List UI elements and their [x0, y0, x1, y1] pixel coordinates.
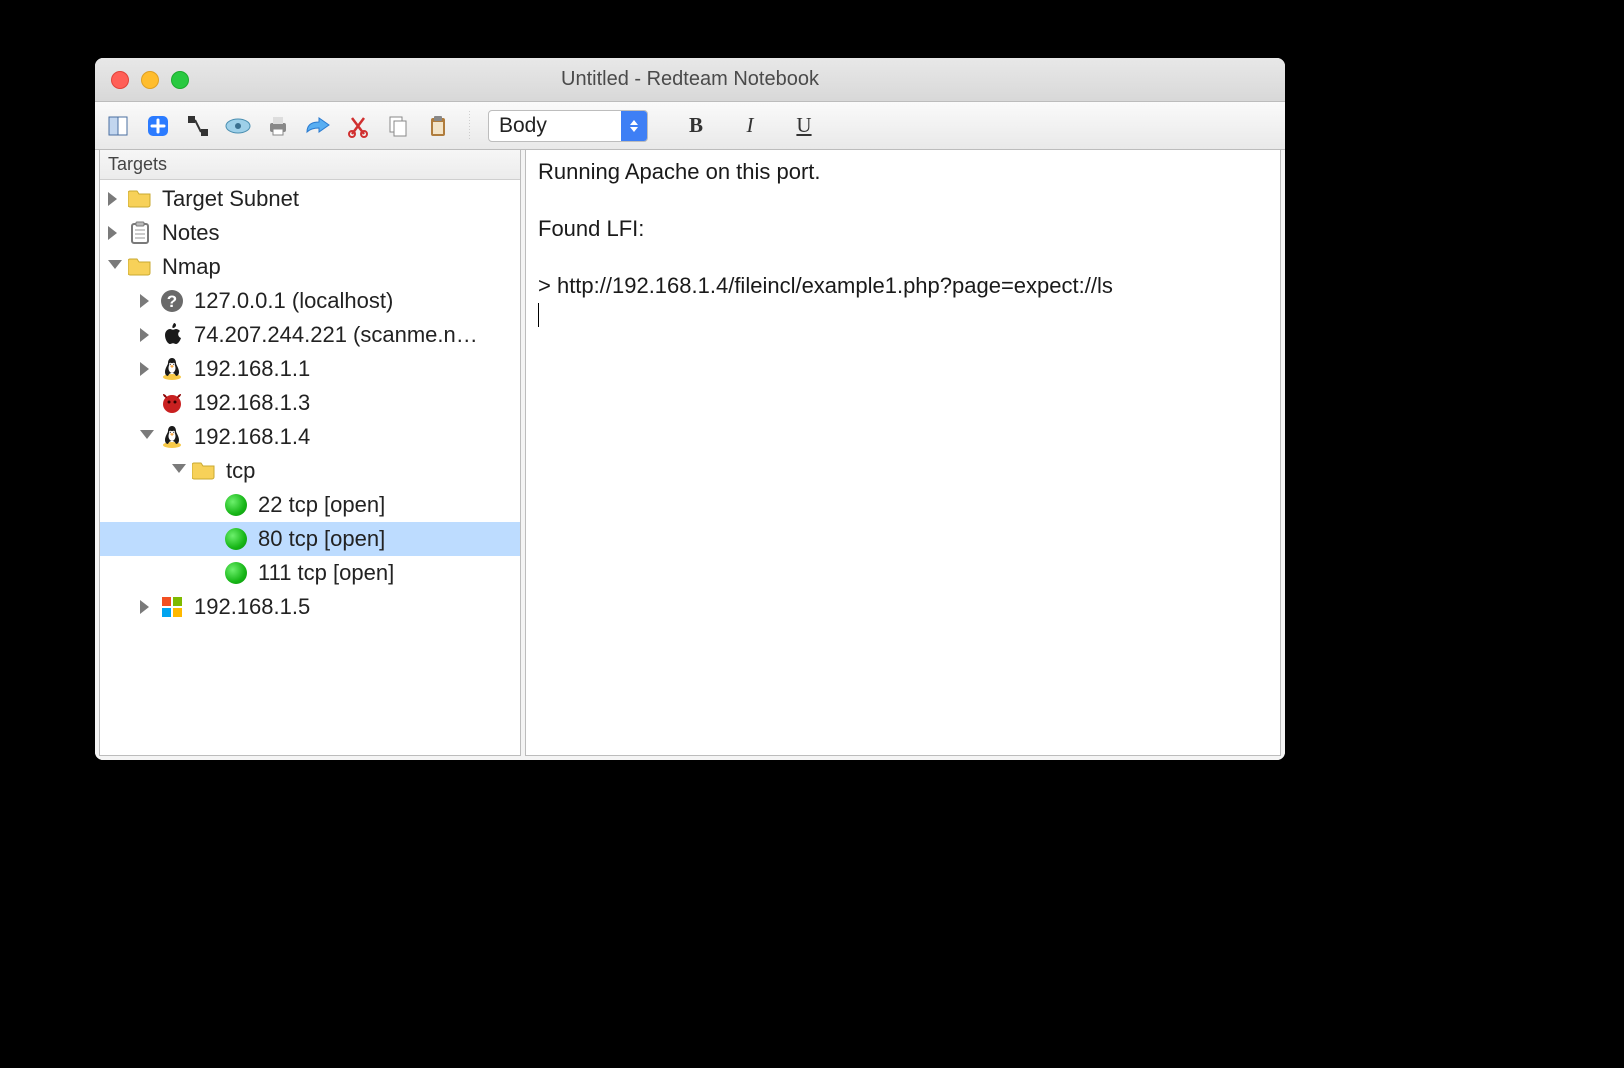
- port-icon: [224, 527, 248, 551]
- app-window: Untitled - Redteam Notebook: [95, 58, 1285, 760]
- tree-item-label: tcp: [226, 458, 255, 484]
- disclosure-triangle-icon[interactable]: [140, 430, 154, 444]
- tree-item-label: 192.168.1.1: [194, 356, 310, 382]
- text-cursor: [538, 303, 539, 327]
- linux-icon: [160, 425, 184, 449]
- share-icon[interactable]: [305, 113, 331, 139]
- disclosure-triangle-icon[interactable]: [140, 328, 154, 342]
- disclosure-triangle-icon[interactable]: [108, 226, 122, 240]
- paragraph-style-label: Body: [489, 114, 621, 138]
- clipboard-icon: [128, 221, 152, 245]
- tree-item-label: 192.168.1.4: [194, 424, 310, 450]
- tree-item-label: 192.168.1.5: [194, 594, 310, 620]
- tree-item-label: 80 tcp [open]: [258, 526, 385, 552]
- disclosure-spacer: [140, 396, 154, 410]
- windows-icon: [160, 595, 184, 619]
- tree-item[interactable]: 192.168.1.4: [100, 420, 520, 454]
- tree-item-label: 111 tcp [open]: [258, 560, 394, 586]
- network-icon[interactable]: [185, 113, 211, 139]
- cut-icon[interactable]: [345, 113, 371, 139]
- tree-item[interactable]: 80 tcp [open]: [100, 522, 520, 556]
- tree-item[interactable]: 192.168.1.3: [100, 386, 520, 420]
- tree-item-label: Nmap: [162, 254, 221, 280]
- paste-icon[interactable]: [425, 113, 451, 139]
- disclosure-triangle-icon[interactable]: [108, 260, 122, 274]
- tree-item[interactable]: Target Subnet: [100, 182, 520, 216]
- sidebar-header: Targets: [100, 150, 520, 180]
- sidebar: Targets Target Subnet Notes Nmap? 127.0.0.1…: [99, 150, 521, 756]
- linux-icon: [160, 357, 184, 381]
- add-icon[interactable]: [145, 113, 171, 139]
- tree-item[interactable]: Nmap: [100, 250, 520, 284]
- tree-item[interactable]: 22 tcp [open]: [100, 488, 520, 522]
- disclosure-spacer: [204, 532, 218, 546]
- disclosure-triangle-icon[interactable]: [140, 600, 154, 614]
- folder-icon: [192, 459, 216, 483]
- editor-line: Running Apache on this port.: [538, 159, 821, 184]
- minimize-window-button[interactable]: [141, 71, 159, 89]
- paragraph-style-select[interactable]: Body: [488, 110, 648, 142]
- view-icon[interactable]: [225, 113, 251, 139]
- toolbar: Body B I U: [95, 102, 1285, 150]
- window-title: Untitled - Redteam Notebook: [95, 68, 1285, 91]
- close-window-button[interactable]: [111, 71, 129, 89]
- bold-button[interactable]: B: [682, 113, 710, 138]
- disclosure-triangle-icon[interactable]: [140, 362, 154, 376]
- copy-icon[interactable]: [385, 113, 411, 139]
- italic-button[interactable]: I: [736, 113, 764, 138]
- folder-icon: [128, 255, 152, 279]
- question-icon: ?: [160, 289, 184, 313]
- tree-item[interactable]: ? 127.0.0.1 (localhost): [100, 284, 520, 318]
- tree-item[interactable]: 74.207.244.221 (scanme.n…: [100, 318, 520, 352]
- editor-line: Found LFI:: [538, 216, 644, 241]
- tree-item-label: Notes: [162, 220, 219, 246]
- disclosure-spacer: [204, 566, 218, 580]
- tree-item-label: 127.0.0.1 (localhost): [194, 288, 393, 314]
- disclosure-triangle-icon[interactable]: [108, 192, 122, 206]
- content-area: Targets Target Subnet Notes Nmap? 127.0.0.1…: [95, 150, 1285, 760]
- underline-button[interactable]: U: [790, 113, 818, 138]
- toolbar-separator: [469, 111, 470, 141]
- dropdown-arrows-icon: [621, 111, 647, 141]
- tree-item-label: 192.168.1.3: [194, 390, 310, 416]
- titlebar[interactable]: Untitled - Redteam Notebook: [95, 58, 1285, 102]
- port-icon: [224, 493, 248, 517]
- svg-text:?: ?: [167, 292, 177, 311]
- print-icon[interactable]: [265, 113, 291, 139]
- disclosure-triangle-icon[interactable]: [140, 294, 154, 308]
- disclosure-spacer: [204, 498, 218, 512]
- note-editor[interactable]: Running Apache on this port. Found LFI: …: [525, 150, 1281, 756]
- tree-item[interactable]: 111 tcp [open]: [100, 556, 520, 590]
- tree-item-label: 22 tcp [open]: [258, 492, 385, 518]
- port-icon: [224, 561, 248, 585]
- zoom-window-button[interactable]: [171, 71, 189, 89]
- tree-item-label: Target Subnet: [162, 186, 299, 212]
- tree-item[interactable]: tcp: [100, 454, 520, 488]
- tree-item[interactable]: 192.168.1.5: [100, 590, 520, 624]
- targets-tree[interactable]: Target Subnet Notes Nmap? 127.0.0.1 (localh…: [100, 180, 520, 755]
- tree-item-label: 74.207.244.221 (scanme.n…: [194, 322, 478, 348]
- folder-icon: [128, 187, 152, 211]
- freebsd-icon: [160, 391, 184, 415]
- new-document-icon[interactable]: [105, 113, 131, 139]
- editor-line: > http://192.168.1.4/fileincl/example1.p…: [538, 273, 1113, 298]
- disclosure-triangle-icon[interactable]: [172, 464, 186, 478]
- tree-item[interactable]: Notes: [100, 216, 520, 250]
- apple-icon: [160, 323, 184, 347]
- traffic-lights: [95, 71, 189, 89]
- tree-item[interactable]: 192.168.1.1: [100, 352, 520, 386]
